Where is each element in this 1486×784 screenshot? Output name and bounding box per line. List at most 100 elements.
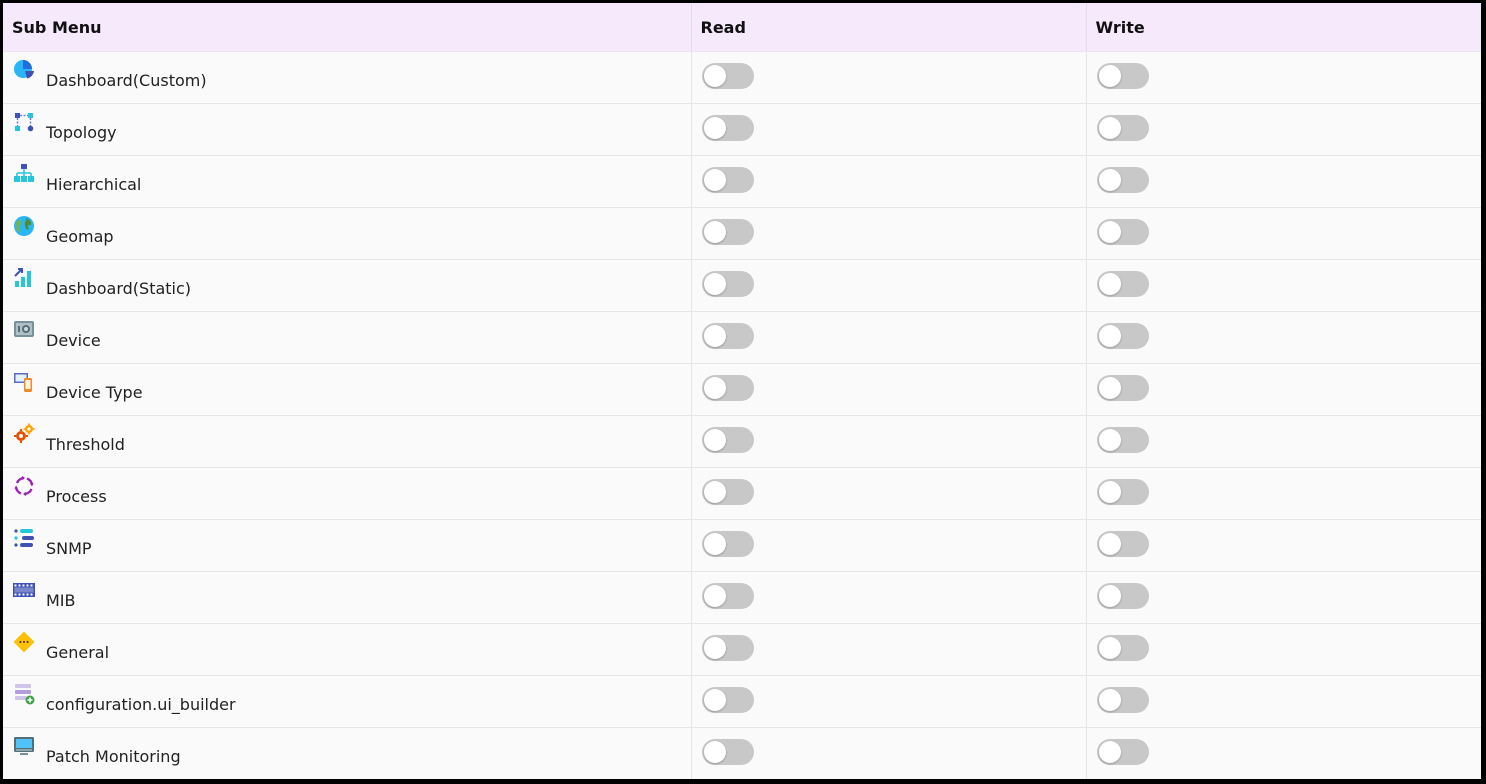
read-toggle-dashboard-static[interactable] (701, 270, 754, 297)
sub-menu-label: configuration.ui_builder (46, 695, 236, 714)
topology-icon (13, 111, 35, 133)
toggle-knob (703, 64, 726, 87)
write-toggle-dashboard-static[interactable] (1096, 270, 1149, 297)
read-cell (691, 51, 1087, 104)
write-toggle-snmp[interactable] (1096, 530, 1149, 557)
read-toggle-process[interactable] (701, 478, 754, 505)
read-toggle-snmp[interactable] (701, 530, 754, 557)
sub-menu-device: Device (13, 312, 691, 363)
read-cell (691, 415, 1087, 468)
toggle-knob (703, 324, 726, 347)
read-cell (691, 363, 1087, 416)
read-toggle-device[interactable] (701, 322, 754, 349)
read-toggle-configuration-ui-builder[interactable] (701, 686, 754, 713)
sub-menu-cell: MIB (3, 571, 692, 624)
write-toggle-dashboard-custom[interactable] (1096, 62, 1149, 89)
read-toggle-device-type[interactable] (701, 374, 754, 401)
sub-menu-geomap: Geomap (13, 208, 691, 259)
sub-menu-cell: Device (3, 311, 692, 364)
toggle-knob (1098, 220, 1121, 243)
toggle-knob (1098, 376, 1121, 399)
write-toggle-device-type[interactable] (1096, 374, 1149, 401)
write-cell (1086, 103, 1481, 156)
toggle-knob (703, 168, 726, 191)
header-read: Read (691, 3, 1087, 52)
sub-menu-process: Process (13, 468, 691, 519)
write-toggle-topology[interactable] (1096, 114, 1149, 141)
read-cell (691, 259, 1087, 312)
write-toggle-geomap[interactable] (1096, 218, 1149, 245)
sub-menu-cell: SNMP (3, 519, 692, 572)
sub-menu-label: Dashboard(Custom) (46, 71, 207, 90)
toggle-knob (1098, 272, 1121, 295)
toggle-knob (1098, 168, 1121, 191)
write-cell (1086, 519, 1481, 572)
read-toggle-threshold[interactable] (701, 426, 754, 453)
sub-menu-label: MIB (46, 591, 76, 610)
write-toggle-mib[interactable] (1096, 582, 1149, 609)
bar-chart-icon (13, 267, 35, 289)
sub-menu-label: General (46, 643, 110, 662)
sub-menu-label: Device (46, 331, 101, 350)
write-cell (1086, 259, 1481, 312)
sub-menu-cell: Geomap (3, 207, 692, 260)
sub-menu-label: Topology (46, 123, 117, 142)
sub-menu-patch-monitoring: Patch Monitoring (13, 728, 691, 779)
diamond-dots-icon (13, 631, 35, 653)
table-row: SNMP (3, 519, 1481, 572)
toggle-knob (703, 116, 726, 139)
table-row: Device Type (3, 363, 1481, 416)
read-cell (691, 623, 1087, 676)
sub-menu-dashboard-custom: Dashboard(Custom) (13, 52, 691, 103)
permissions-panel: Sub Menu Read Write Dashboard(Custom) Top… (3, 3, 1481, 779)
toggle-knob (703, 428, 726, 451)
read-cell (691, 311, 1087, 364)
header-sub-menu: Sub Menu (3, 3, 692, 52)
sub-menu-label: Geomap (46, 227, 114, 246)
write-toggle-general[interactable] (1096, 634, 1149, 661)
read-cell (691, 103, 1087, 156)
table-row: Process (3, 467, 1481, 520)
write-toggle-threshold[interactable] (1096, 426, 1149, 453)
toggle-knob (1098, 688, 1121, 711)
table-header-row: Sub Menu Read Write (3, 3, 1481, 52)
read-toggle-patch-monitoring[interactable] (701, 738, 754, 765)
toggle-knob (703, 220, 726, 243)
write-cell (1086, 571, 1481, 624)
sub-menu-label: Patch Monitoring (46, 747, 181, 766)
read-toggle-geomap[interactable] (701, 218, 754, 245)
table-row: Geomap (3, 207, 1481, 260)
read-toggle-topology[interactable] (701, 114, 754, 141)
sub-menu-configuration-ui-builder: configuration.ui_builder (13, 676, 691, 727)
toggle-knob (703, 636, 726, 659)
table-row: Device (3, 311, 1481, 364)
toggle-knob (1098, 740, 1121, 763)
write-toggle-patch-monitoring[interactable] (1096, 738, 1149, 765)
read-toggle-hierarchical[interactable] (701, 166, 754, 193)
write-cell (1086, 467, 1481, 520)
write-cell (1086, 155, 1481, 208)
toggle-knob (1098, 324, 1121, 347)
toggle-knob (703, 272, 726, 295)
write-toggle-configuration-ui-builder[interactable] (1096, 686, 1149, 713)
sub-menu-cell: Threshold (3, 415, 692, 468)
permissions-table: Sub Menu Read Write Dashboard(Custom) Top… (3, 3, 1481, 779)
table-row: Hierarchical (3, 155, 1481, 208)
toggle-knob (703, 480, 726, 503)
read-toggle-mib[interactable] (701, 582, 754, 609)
toggle-knob (703, 584, 726, 607)
read-cell (691, 571, 1087, 624)
sub-menu-topology: Topology (13, 104, 691, 155)
sub-menu-device-type: Device Type (13, 364, 691, 415)
write-toggle-hierarchical[interactable] (1096, 166, 1149, 193)
read-cell (691, 467, 1087, 520)
table-row: Dashboard(Custom) (3, 51, 1481, 104)
read-toggle-dashboard-custom[interactable] (701, 62, 754, 89)
table-row: General (3, 623, 1481, 676)
devices-icon (13, 371, 35, 393)
read-toggle-general[interactable] (701, 634, 754, 661)
table-row: MIB (3, 571, 1481, 624)
write-toggle-process[interactable] (1096, 478, 1149, 505)
monitor-icon (13, 735, 35, 757)
write-toggle-device[interactable] (1096, 322, 1149, 349)
